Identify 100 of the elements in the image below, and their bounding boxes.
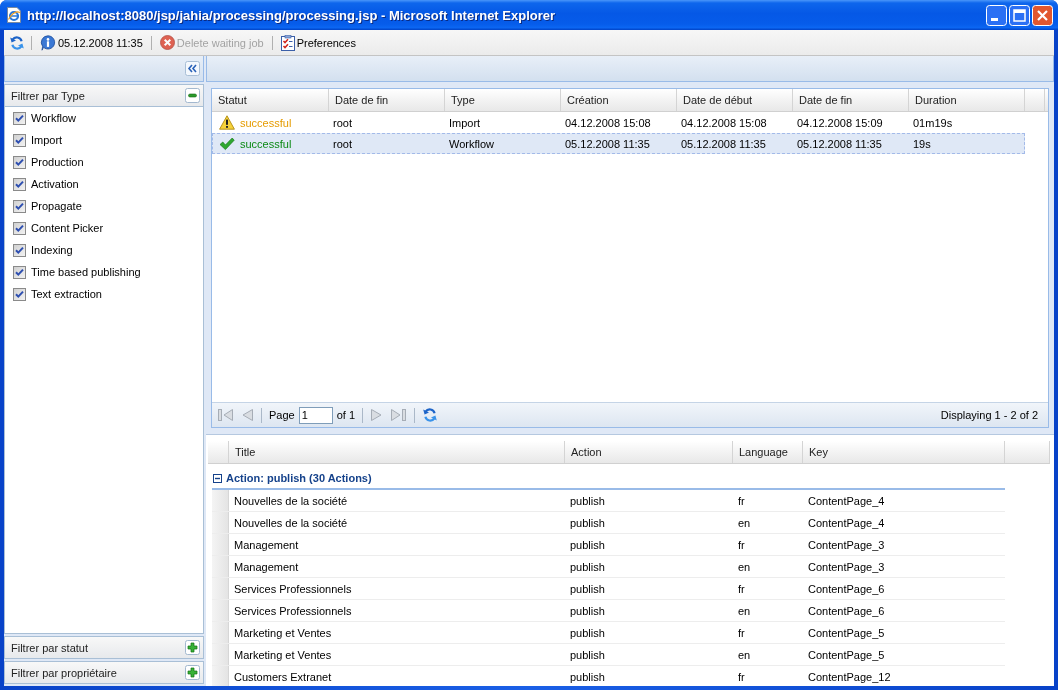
table-cell: fr [738, 538, 745, 551]
checkbox[interactable] [13, 243, 26, 257]
table-cell: ContentPage_4 [808, 494, 885, 507]
table-row[interactable]: Marketing et Ventes publish en ContentPage_5 [212, 644, 1005, 666]
table-cell: publish [570, 670, 605, 683]
minus-icon[interactable] [185, 88, 200, 103]
table-cell: 05.12.2008 11:35 [797, 137, 882, 150]
column-header[interactable]: Key [803, 441, 1005, 463]
option-label: Workflow [31, 112, 77, 124]
table-cell: publish [570, 560, 605, 573]
table-cell: 04.12.2008 15:09 [797, 116, 883, 129]
checkbox[interactable] [13, 221, 26, 235]
table-cell: Marketing et Ventes [234, 648, 332, 661]
column-header[interactable]: Création [561, 89, 677, 111]
checkbox[interactable] [13, 155, 26, 169]
checkbox[interactable] [13, 177, 26, 191]
plus-icon[interactable] [185, 640, 200, 655]
table-cell: fr [738, 670, 745, 683]
table-cell: fr [738, 626, 745, 639]
option-label: Indexing [31, 244, 73, 256]
table-cell: ContentPage_4 [808, 516, 885, 529]
checkbox[interactable] [13, 265, 26, 279]
column-header[interactable]: Date de fin [793, 89, 909, 111]
minimize-button[interactable] [986, 4, 1007, 26]
close-button[interactable] [1032, 4, 1053, 26]
plus-icon[interactable] [185, 665, 200, 680]
table-cell: root [333, 116, 352, 129]
option-label: Time based publishing [31, 266, 141, 278]
option-label: Production [31, 156, 84, 168]
collapse-icon[interactable] [185, 61, 200, 76]
table-cell: Marketing et Ventes [234, 626, 332, 639]
table-cell: publish [570, 626, 605, 639]
checkbox[interactable] [13, 287, 26, 301]
table-row[interactable]: Services Professionnels publish en ContentPage_6 [212, 600, 1005, 622]
column-header[interactable]: Date de fin [329, 89, 445, 111]
accordion-header[interactable]: Filtrer par Type [4, 84, 204, 107]
status-text: successful [240, 137, 292, 150]
table-cell: Nouvelles de la société [234, 516, 348, 529]
table-row[interactable]: Management publish en ContentPage_3 [212, 556, 1005, 578]
checkbox[interactable] [13, 199, 26, 213]
refresh-icon[interactable] [422, 407, 439, 423]
column-header[interactable]: Statut [212, 89, 329, 111]
table-cell: Management [234, 538, 299, 551]
table-cell: ContentPage_5 [808, 626, 885, 639]
table-cell: 04.12.2008 15:08 [681, 116, 767, 129]
checkbox[interactable] [13, 111, 26, 125]
column-header[interactable]: Date de début [677, 89, 793, 111]
page-field[interactable]: 1 [298, 406, 333, 424]
table-cell: en [738, 648, 751, 661]
refresh-icon[interactable] [9, 34, 25, 51]
table-cell: Nouvelles de la société [234, 494, 348, 507]
paging-summary: Displaying 1 - 2 of 2 [940, 409, 1038, 421]
status-text: successful [240, 116, 292, 129]
option-label: Propagate [31, 200, 82, 212]
table-cell: publish [570, 648, 605, 661]
preferences-button[interactable]: Preferences [278, 33, 358, 52]
accordion-header[interactable]: Filtrer par propriétaire [4, 661, 204, 684]
table-row[interactable]: Nouvelles de la société publish en ContentPage_4 [212, 512, 1005, 534]
table-cell: Workflow [449, 137, 495, 150]
table-row[interactable]: Management publish fr ContentPage_3 [212, 534, 1005, 556]
table-cell: publish [570, 538, 605, 551]
table-cell: ContentPage_6 [808, 582, 885, 595]
table-cell: Import [449, 116, 481, 129]
table-cell: Services Professionnels [234, 582, 352, 595]
table-cell: Management [234, 560, 299, 573]
option-label: Import [31, 134, 63, 146]
warning-icon [219, 115, 235, 130]
table-cell: publish [570, 516, 605, 529]
maximize-button[interactable] [1009, 4, 1030, 26]
minus-icon[interactable] [213, 473, 222, 483]
column-header[interactable]: Type [445, 89, 561, 111]
column-header[interactable]: Action [565, 441, 733, 463]
accordion-header[interactable]: Filtrer par statut [4, 636, 204, 659]
column-header[interactable]: Duration [909, 89, 1025, 111]
table-row[interactable]: Nouvelles de la société publish fr ContentPage_4 [212, 490, 1005, 512]
table-cell: en [738, 516, 751, 529]
browser-icon [6, 7, 22, 23]
table-cell: ContentPage_3 [808, 538, 885, 551]
option-label: Text extraction [31, 288, 102, 300]
table-cell: Customers Extranet [234, 670, 332, 683]
table-cell: 05.12.2008 11:35 [565, 137, 650, 150]
option-label: Activation [31, 178, 79, 190]
table-row[interactable]: Services Professionnels publish fr ContentPage_6 [212, 578, 1005, 600]
table-cell: publish [570, 582, 605, 595]
column-header[interactable]: Title [229, 441, 565, 463]
column-header[interactable]: Language [733, 441, 803, 463]
window-title: http://localhost:8080/jsp/jahia/processing/processing.jsp - Microsoft Internet Explorer [27, 7, 557, 23]
table-cell: 19s [913, 137, 931, 150]
job-row[interactable]: successful root Workflow 05.12.2008 11:35 05.12.2008 11:35 05.12.2008 11:35 19s [212, 133, 1025, 154]
table-cell: 04.12.2008 15:08 [565, 116, 651, 129]
table-cell: ContentPage_3 [808, 560, 885, 573]
table-row[interactable]: Marketing et Ventes publish fr ContentPage_5 [212, 622, 1005, 644]
page-label: Page [269, 409, 295, 421]
table-cell: publish [570, 494, 605, 507]
table-cell: 01m19s [913, 116, 953, 129]
table-cell: en [738, 604, 751, 617]
table-cell: fr [738, 494, 745, 507]
checkbox[interactable] [13, 133, 26, 147]
page-count-label: of 1 [336, 409, 356, 421]
table-cell: root [333, 137, 352, 150]
